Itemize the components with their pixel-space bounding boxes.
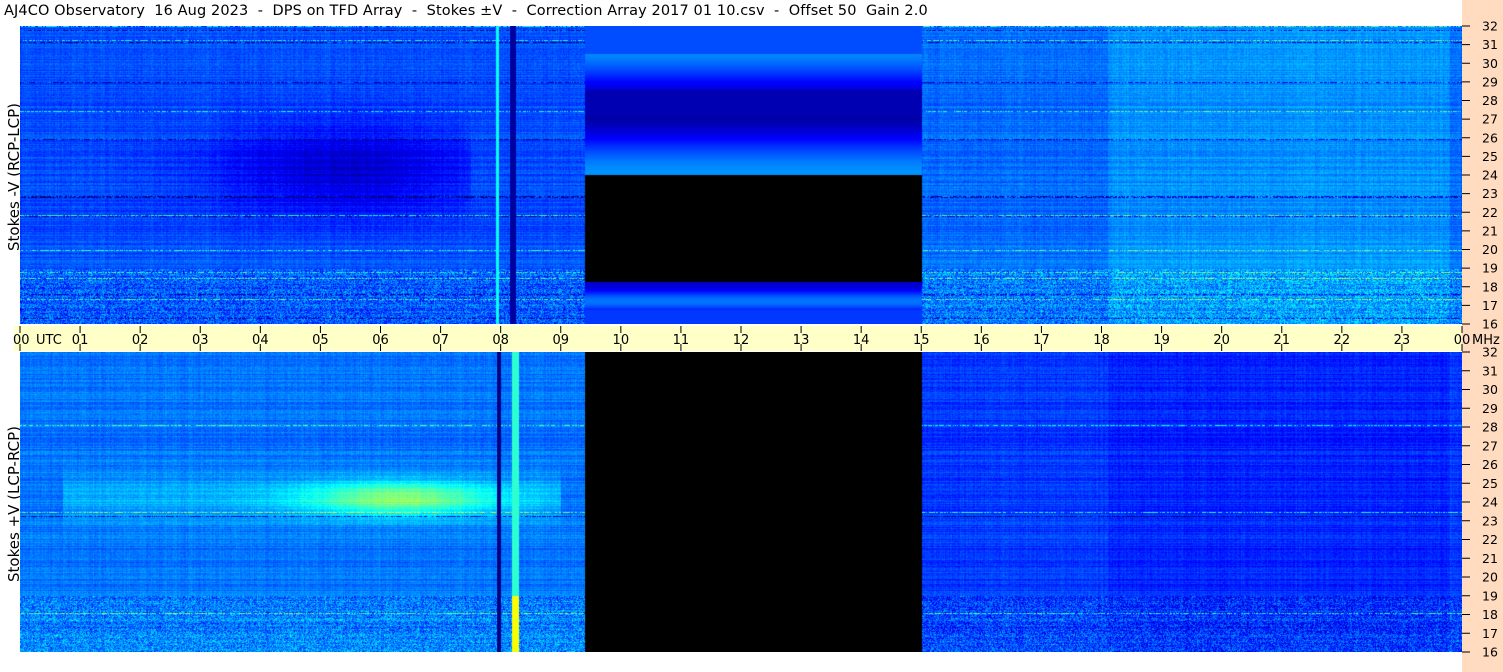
frequency-tick-label: 29	[1482, 401, 1498, 416]
frequency-tick-label: 24	[1482, 168, 1498, 183]
frequency-tick-label: 27	[1482, 438, 1498, 453]
time-tick-label: 16	[973, 333, 990, 348]
time-axis-unit: UTC	[36, 333, 62, 348]
frequency-tick-label: 31	[1482, 37, 1498, 52]
frequency-tick-label: 16	[1482, 645, 1498, 660]
time-tick-label: 18	[1093, 333, 1110, 348]
frequency-tick-label: 21	[1482, 223, 1498, 238]
frequency-tick-label: 17	[1482, 298, 1498, 313]
frequency-tick-label: 21	[1482, 551, 1498, 566]
time-tick-label: 08	[492, 333, 509, 348]
frequency-tick-label: 23	[1482, 186, 1498, 201]
frequency-tick-label: 29	[1482, 74, 1498, 89]
frequency-tick-label: 25	[1482, 149, 1498, 164]
frequency-tick-label: 20	[1482, 242, 1498, 257]
time-tick-label: 11	[673, 333, 690, 348]
frequency-tick-label: 17	[1482, 626, 1498, 641]
time-tick-label: 15	[913, 333, 930, 348]
frequency-tick-label: 22	[1482, 532, 1498, 547]
frequency-tick-label: 19	[1482, 261, 1498, 276]
frequency-tick-label: 18	[1482, 279, 1498, 294]
time-tick-label: 17	[1033, 333, 1050, 348]
frequency-tick-label: 25	[1482, 476, 1498, 491]
spectrogram-window: AJ4CO Observatory 16 Aug 2023 - DPS on T…	[0, 0, 1503, 672]
frequency-tick-label: 22	[1482, 205, 1498, 220]
time-tick-label: 14	[853, 333, 870, 348]
time-tick-label: 12	[733, 333, 750, 348]
time-tick-label: 20	[1213, 333, 1230, 348]
frequency-tick-label: 26	[1482, 457, 1498, 472]
time-tick-label: 04	[252, 333, 269, 348]
frequency-tick-label: 30	[1482, 382, 1498, 397]
time-tick-label: 23	[1394, 333, 1411, 348]
frequency-tick-label: 23	[1482, 513, 1498, 528]
axes-layer: 00 01 02 03 04 05 06 07 08 09 10 11 12 13 14 15 16 17 18 19…	[13, 19, 1500, 660]
frequency-tick-label: 24	[1482, 495, 1498, 510]
time-tick-label: 00	[13, 333, 30, 348]
time-tick-label: 21	[1273, 333, 1290, 348]
time-tick-label: 10	[613, 333, 630, 348]
frequency-tick-label: 32	[1482, 345, 1498, 360]
time-tick-label: 06	[372, 333, 389, 348]
time-tick-label: 09	[552, 333, 569, 348]
time-tick-label: 02	[132, 333, 149, 348]
time-tick-label: 13	[793, 333, 810, 348]
time-tick-label: 03	[192, 333, 209, 348]
frequency-tick-label: 18	[1482, 607, 1498, 622]
frequency-tick-label: 28	[1482, 93, 1498, 108]
frequency-tick-label: 27	[1482, 112, 1498, 127]
time-tick-label: 00	[1454, 333, 1471, 348]
frequency-tick-label: 16	[1482, 317, 1498, 332]
frequency-tick-label: 31	[1482, 363, 1498, 378]
frequency-tick-label: 30	[1482, 56, 1498, 71]
time-tick-label: 05	[312, 333, 329, 348]
frequency-tick-label: 20	[1482, 570, 1498, 585]
frequency-tick-label: 19	[1482, 588, 1498, 603]
time-tick-label: 01	[72, 333, 89, 348]
time-tick-label: 22	[1334, 333, 1351, 348]
frequency-tick-label: 32	[1482, 19, 1498, 34]
time-tick-label: 19	[1153, 333, 1170, 348]
frequency-tick-label: 26	[1482, 130, 1498, 145]
frequency-tick-label: 28	[1482, 420, 1498, 435]
time-tick-label: 07	[432, 333, 449, 348]
